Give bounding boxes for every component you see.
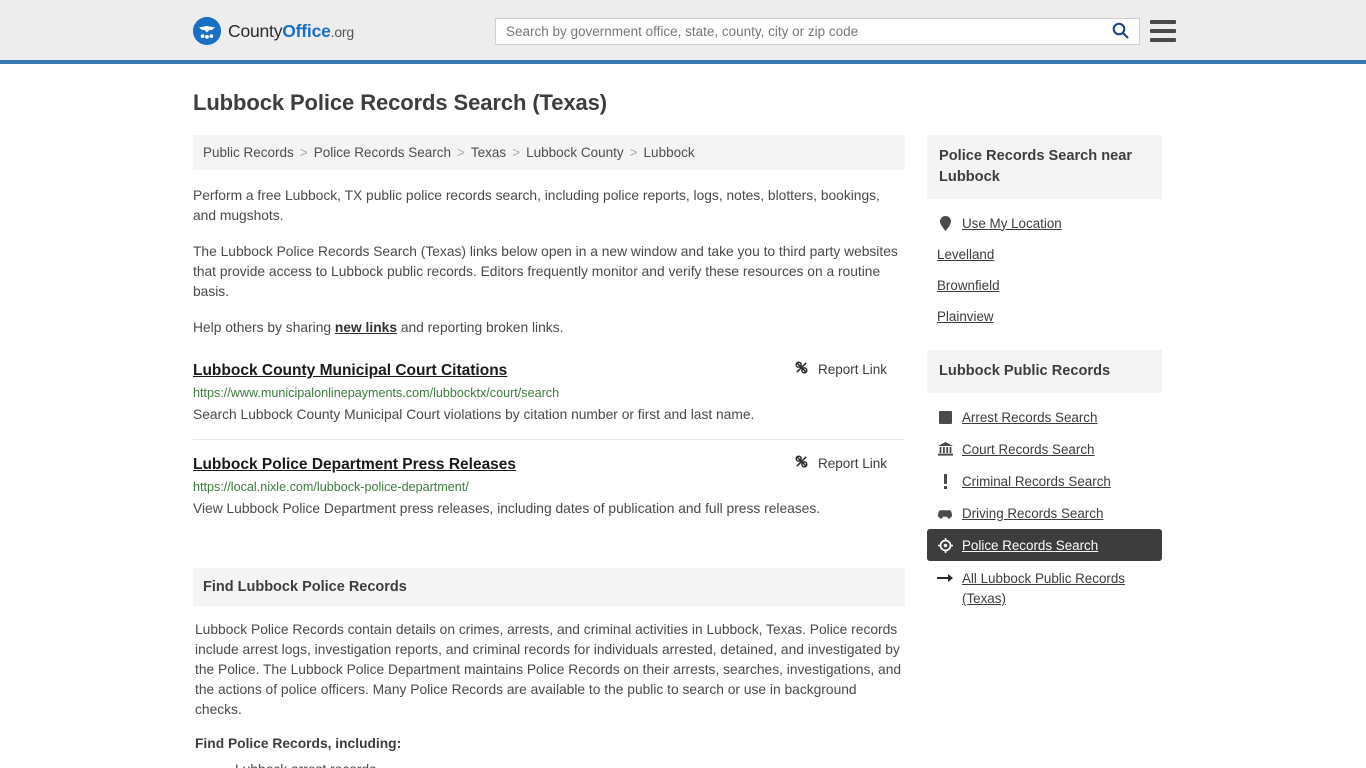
result-title-link[interactable]: Lubbock County Municipal Court Citations <box>193 362 507 380</box>
result-header: Lubbock Police Department Press Releases <box>193 454 905 474</box>
sidebar-link-label[interactable]: Use My Location <box>962 216 1062 231</box>
results-list: Lubbock County Municipal Court Citations <box>193 360 905 533</box>
search-icon <box>1112 22 1129 42</box>
sidebar-item-criminal-records[interactable]: Criminal Records Search <box>927 465 1162 497</box>
search-button[interactable] <box>1101 19 1139 44</box>
breadcrumb-item-police-records-search[interactable]: Police Records Search <box>314 145 451 160</box>
sidebar-card-near: Police Records Search near Lubbock Use M… <box>927 135 1162 332</box>
sidebar-link-label[interactable]: Levelland <box>937 247 994 262</box>
sidebar-near-list: Use My Location Levelland Brownfield Pla… <box>927 199 1162 332</box>
sidebar-link-label[interactable]: Criminal Records Search <box>962 474 1111 489</box>
arrow-right-icon <box>937 570 953 586</box>
breadcrumb-separator: > <box>457 145 465 160</box>
breadcrumb-item-lubbock[interactable]: Lubbock <box>644 145 695 160</box>
logo-text-prefix: County <box>228 20 283 41</box>
sidebar-link-label[interactable]: Driving Records Search <box>962 506 1103 521</box>
sidebar-near-heading: Police Records Search near Lubbock <box>927 135 1162 199</box>
list-item: Lubbock arrest records <box>235 759 903 768</box>
sidebar-link-label[interactable]: Police Records Search <box>962 538 1098 553</box>
sidebar-item-all-public-records[interactable]: All Lubbock Public Records (Texas) <box>927 561 1162 617</box>
exclamation-icon <box>937 473 953 489</box>
sidebar-item-arrest-records[interactable]: Arrest Records Search <box>927 401 1162 433</box>
result-url: https://local.nixle.com/lubbock-police-d… <box>193 480 469 494</box>
find-records-paragraph: Lubbock Police Records contain details o… <box>195 622 902 717</box>
page-body: Lubbock Police Records Search (Texas) Pu… <box>0 64 1366 768</box>
result-title-link[interactable]: Lubbock Police Department Press Releases <box>193 456 516 474</box>
intro-paragraph-1: Perform a free Lubbock, TX public police… <box>193 188 880 223</box>
result-header: Lubbock County Municipal Court Citations <box>193 360 905 380</box>
breadcrumb: Public Records > Police Records Search >… <box>193 135 905 170</box>
sidebar: Police Records Search near Lubbock Use M… <box>927 116 1162 635</box>
breadcrumb-item-lubbock-county[interactable]: Lubbock County <box>526 145 624 160</box>
hamburger-bar <box>1150 38 1176 42</box>
breadcrumb-item-public-records[interactable]: Public Records <box>203 145 294 160</box>
site-logo[interactable]: CountyOffice.org <box>193 17 354 45</box>
report-link-label: Report Link <box>817 361 887 377</box>
main-column: Public Records > Police Records Search >… <box>193 116 905 768</box>
find-records-body: Lubbock Police Records contain details o… <box>193 606 905 768</box>
result-description: View Lubbock Police Department press rel… <box>193 501 821 516</box>
sidebar-item-police-records[interactable]: Police Records Search <box>927 529 1162 561</box>
eagle-shield-icon <box>193 17 221 45</box>
broken-link-icon <box>794 360 809 378</box>
sidebar-public-records-heading: Lubbock Public Records <box>927 350 1162 393</box>
breadcrumb-separator: > <box>299 145 308 160</box>
hamburger-bar <box>1150 20 1176 24</box>
broken-link-icon <box>794 454 809 472</box>
logo-text: CountyOffice.org <box>228 21 354 42</box>
share-text-before: Help others by sharing <box>193 320 335 335</box>
sidebar-item-plainview[interactable]: Plainview <box>927 301 1162 332</box>
hamburger-bar <box>1150 29 1176 33</box>
breadcrumb-separator: > <box>512 145 521 160</box>
new-links-link[interactable]: new links <box>335 320 397 335</box>
result-item: Lubbock Police Department Press Releases <box>193 454 905 533</box>
logo-text-bold: Office <box>282 20 331 41</box>
report-link-label: Report Link <box>817 455 887 471</box>
find-records-panel: Find Lubbock Police Records Lubbock Poli… <box>193 568 905 768</box>
breadcrumb-separator: > <box>629 145 638 160</box>
site-header: CountyOffice.org <box>0 0 1366 64</box>
car-icon <box>937 505 953 521</box>
hamburger-menu-icon[interactable] <box>1150 20 1176 42</box>
sidebar-item-driving-records[interactable]: Driving Records Search <box>927 497 1162 529</box>
sidebar-item-court-records[interactable]: Court Records Search <box>927 433 1162 465</box>
fingerprint-icon <box>937 409 953 425</box>
logo-text-suffix: .org <box>330 23 355 40</box>
content-container: Lubbock Police Records Search (Texas) Pu… <box>188 64 1178 768</box>
header-inner: CountyOffice.org <box>0 0 1366 60</box>
sidebar-item-levelland[interactable]: Levelland <box>927 239 1162 270</box>
breadcrumb-item-texas[interactable]: Texas <box>471 145 506 160</box>
share-text-after: and reporting broken links. <box>397 320 564 335</box>
search-input[interactable] <box>496 19 1101 44</box>
page-title: Lubbock Police Records Search (Texas) <box>193 90 608 115</box>
sidebar-link-label[interactable]: Court Records Search <box>962 442 1094 457</box>
report-link-button[interactable]: Report Link <box>794 360 905 378</box>
intro-paragraph-2: The Lubbock Police Records Search (Texas… <box>193 244 898 299</box>
report-link-button[interactable]: Report Link <box>794 454 905 472</box>
sidebar-link-label[interactable]: Brownfield <box>937 278 1000 293</box>
sidebar-link-label[interactable]: Plainview <box>937 309 994 324</box>
find-records-list-heading: Find Police Records, including: <box>195 736 402 751</box>
map-pin-icon <box>937 215 953 231</box>
result-description: Search Lubbock County Municipal Court vi… <box>193 407 755 422</box>
sidebar-link-label[interactable]: Arrest Records Search <box>962 410 1097 425</box>
result-item: Lubbock County Municipal Court Citations <box>193 360 905 440</box>
sidebar-card-public-records: Lubbock Public Records Arrest Records Se… <box>927 350 1162 617</box>
find-records-list: Lubbock arrest records <box>195 759 903 768</box>
search-bar[interactable] <box>495 18 1140 45</box>
sidebar-link-label[interactable]: All Lubbock Public Records (Texas) <box>962 569 1152 609</box>
police-badge-icon <box>937 537 953 553</box>
result-url: https://www.municipalonlinepayments.com/… <box>193 386 560 400</box>
content-columns: Public Records > Police Records Search >… <box>188 116 1178 768</box>
courthouse-icon <box>937 441 953 457</box>
intro-paragraph-3: Help others by sharing new links and rep… <box>193 318 905 338</box>
sidebar-item-use-my-location[interactable]: Use My Location <box>927 207 1162 239</box>
sidebar-public-records-list: Arrest Records Search Court Records Sear… <box>927 393 1162 617</box>
find-records-heading: Find Lubbock Police Records <box>193 568 905 606</box>
sidebar-item-brownfield[interactable]: Brownfield <box>927 270 1162 301</box>
